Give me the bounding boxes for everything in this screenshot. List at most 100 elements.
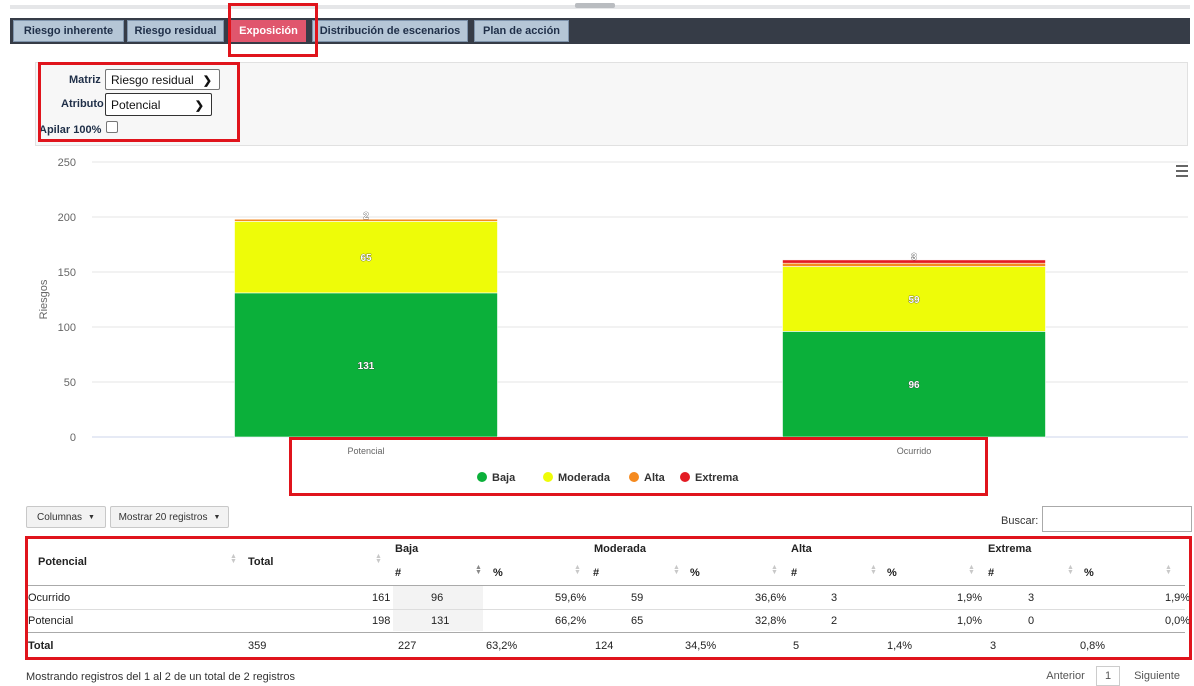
matriz-label: Matriz (69, 74, 101, 86)
cell-mod-p: 34,5% (685, 640, 717, 652)
legend-marker (629, 472, 639, 482)
matriz-value: Riesgo residual (111, 72, 194, 87)
columnas-label: Columnas (37, 511, 83, 523)
sort-icon[interactable]: ▲ ▼ (230, 553, 237, 565)
legend-label: Baja (492, 472, 516, 484)
header-extrema-count[interactable]: # (988, 567, 994, 579)
sort-icon[interactable]: ▲ ▼ (574, 564, 581, 576)
cell-ext-n: 3 (990, 640, 997, 652)
matriz-select[interactable]: Riesgo residual ❯ (105, 69, 220, 90)
header-potencial[interactable]: Potencial (38, 556, 87, 568)
cell-total: 359 (248, 640, 267, 652)
x-tick-label: Potencial (347, 446, 384, 456)
tab-riesgo-residual[interactable]: Riesgo residual (127, 20, 224, 42)
cell-ext-p: 0,0% (1165, 615, 1191, 627)
cell-ext-p: 0,8% (1080, 640, 1106, 652)
sort-icon[interactable]: ▲ ▼ (771, 564, 778, 576)
prev-page-button[interactable]: Anterior (1038, 666, 1093, 686)
header-group-alta: Alta (791, 543, 812, 555)
cell-name: Potencial (28, 615, 74, 627)
cell-ext-n: 3 (1028, 592, 1035, 604)
legend-marker (477, 472, 487, 482)
cell-alta-p: 1,9% (957, 592, 983, 604)
tab-distribucion-escenarios[interactable]: Distribución de escenarios (312, 20, 468, 42)
sort-asc-icon[interactable]: ▲ ▼ (475, 564, 482, 576)
resize-handle[interactable] (575, 3, 615, 8)
cell-baja-p: 59,6% (555, 592, 587, 604)
data-label: 3 (911, 252, 917, 263)
y-tick-label: 200 (58, 212, 76, 224)
chart-menu-icon[interactable] (1176, 165, 1188, 180)
stacked-bar-chart: 0 50 100 150 200 250 Riesgos 131 65 2 Potencial 96 5… (38, 157, 1188, 484)
header-divider (25, 585, 1185, 586)
header-baja-pct[interactable]: % (493, 567, 503, 579)
y-axis-title: Riesgos (38, 279, 50, 319)
tab-exposicion[interactable]: Exposición (231, 20, 306, 42)
y-tick-label: 0 (70, 432, 76, 444)
y-tick-label: 150 (58, 267, 76, 279)
caret-down-icon: ▼ (88, 513, 95, 521)
data-label: 131 (358, 361, 375, 372)
cell-alta-p: 1,4% (887, 640, 913, 652)
y-tick-label: 250 (58, 157, 76, 169)
columnas-button[interactable]: Columnas ▼ (26, 506, 106, 528)
data-label: 59 (908, 295, 920, 306)
atributo-select[interactable]: Potencial ❯ (105, 93, 212, 116)
apilar-checkbox[interactable] (106, 121, 118, 133)
header-group-moderada: Moderada (594, 543, 646, 555)
cell-baja-p: 63,2% (486, 640, 518, 652)
cell-alta-p: 1,0% (957, 615, 983, 627)
cell-ext-n: 0 (1028, 615, 1035, 627)
row-divider (25, 609, 1185, 610)
header-group-baja: Baja (395, 543, 419, 555)
legend-label: Extrema (695, 472, 739, 484)
buscar-label: Buscar: (1001, 515, 1039, 527)
legend-label: Alta (644, 472, 666, 484)
header-extrema-pct[interactable]: % (1084, 567, 1094, 579)
atributo-value: Potencial (111, 97, 161, 112)
page-1-button[interactable]: 1 (1096, 666, 1120, 686)
sort-icon[interactable]: ▲ ▼ (1067, 564, 1074, 576)
cell-name: Ocurrido (28, 592, 71, 604)
cell-mod-n: 65 (631, 615, 644, 627)
sort-icon[interactable]: ▲ ▼ (673, 564, 680, 576)
tab-bar: Riesgo inherente Riesgo residual Exposic… (10, 18, 1190, 44)
tab-riesgo-inherente[interactable]: Riesgo inherente (13, 20, 124, 42)
sort-icon[interactable]: ▲ ▼ (968, 564, 975, 576)
x-tick-label: Ocurrido (897, 446, 932, 456)
next-page-button[interactable]: Siguiente (1124, 666, 1190, 686)
cell-mod-n: 124 (595, 640, 614, 652)
sort-icon[interactable]: ▲ ▼ (870, 564, 877, 576)
sort-icon[interactable]: ▲ ▼ (375, 553, 382, 565)
cell-alta-n: 5 (793, 640, 800, 652)
header-moderada-pct[interactable]: % (690, 567, 700, 579)
data-label: 2 (363, 211, 369, 222)
table-info: Mostrando registros del 1 al 2 de un tot… (26, 671, 296, 683)
tab-plan-accion[interactable]: Plan de acción (474, 20, 569, 42)
header-alta-count[interactable]: # (791, 567, 797, 579)
search-input[interactable] (1042, 506, 1192, 532)
cell-baja-n: 131 (431, 615, 450, 627)
sort-icon[interactable]: ▲ ▼ (1165, 564, 1172, 576)
cell-baja-n: 96 (431, 592, 444, 604)
mostrar-label: Mostrar 20 registros (118, 511, 208, 523)
caret-down-icon: ▼ (213, 513, 221, 521)
cell-alta-n: 2 (831, 615, 838, 627)
cell-mod-p: 36,6% (755, 592, 787, 604)
header-total[interactable]: Total (248, 556, 273, 568)
chevron-down-icon: ❯ (202, 75, 212, 87)
cell-baja-p: 66,2% (555, 615, 587, 627)
header-moderada-count[interactable]: # (593, 567, 599, 579)
footer-divider (25, 632, 1185, 633)
chevron-down-icon: ❯ (194, 100, 204, 112)
atributo-label: Atributo (61, 98, 104, 110)
cell-total-label: Total (28, 640, 54, 652)
y-tick-label: 50 (64, 377, 76, 389)
y-tick-label: 100 (58, 322, 76, 334)
legend-label: Moderada (558, 472, 611, 484)
header-baja-count[interactable]: # (395, 567, 401, 579)
header-alta-pct[interactable]: % (887, 567, 897, 579)
data-label: 65 (360, 253, 372, 264)
legend-marker (543, 472, 553, 482)
mostrar-registros-button[interactable]: Mostrar 20 registros ▼ (110, 506, 229, 528)
